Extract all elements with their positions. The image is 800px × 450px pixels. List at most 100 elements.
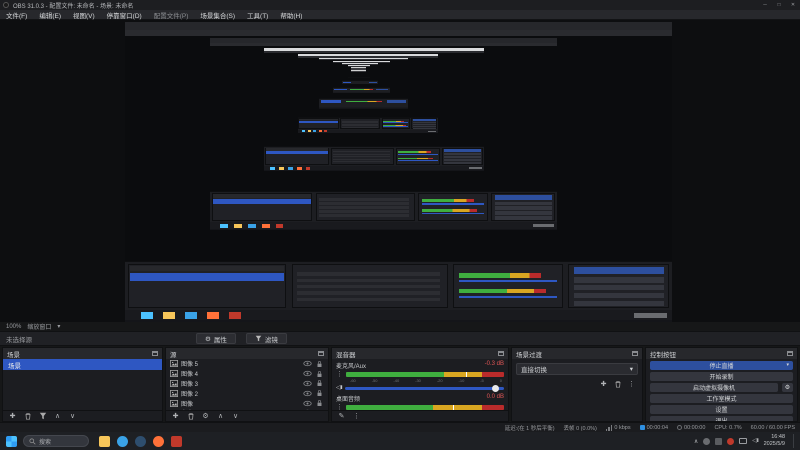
speaker-icon[interactable]: ◁𝅛 (752, 437, 758, 445)
menu-item-2[interactable]: 视图(V) (67, 10, 101, 20)
visibility-eye-icon[interactable] (303, 379, 312, 387)
firefox-icon[interactable] (153, 435, 164, 447)
taskbar-time: 16:48 (771, 434, 785, 441)
visibility-eye-icon[interactable] (303, 360, 312, 368)
control-button-开始录制[interactable]: 开始录制 (650, 371, 793, 381)
menu-item-1[interactable]: 编辑(E) (33, 10, 67, 20)
add-transition-button[interactable]: ✚ (599, 379, 608, 388)
filters-label: 滤镜 (264, 336, 278, 344)
signal-bars-icon (605, 424, 613, 431)
tray-chevron-up-icon[interactable]: ∧ (694, 438, 698, 445)
lock-icon[interactable] (315, 379, 324, 387)
dock-popout-icon[interactable] (787, 351, 793, 356)
obs-red-icon[interactable] (171, 435, 182, 447)
record-idle-icon (677, 425, 683, 430)
preview-canvas[interactable] (125, 22, 672, 322)
transitions-dock-title: 场景过渡 (516, 351, 542, 359)
control-button-设置[interactable]: 设置 (650, 404, 793, 414)
virtual-camera-config-button[interactable]: ⚙ (782, 382, 793, 392)
properties-label: 属性 (213, 336, 227, 344)
status-stream-time: 00:00:04 (639, 425, 668, 431)
transition-properties-icon[interactable]: ⋮ (627, 379, 636, 388)
tray-icon[interactable] (715, 437, 723, 445)
mixer-menu-icon[interactable]: ⋮ (352, 412, 361, 421)
visibility-eye-icon[interactable] (303, 370, 312, 378)
captured-obs-window-level-7 (347, 64, 371, 79)
dock-popout-icon[interactable] (632, 351, 638, 356)
control-button-退出[interactable]: 退出 (650, 415, 793, 421)
transitions-body: 直接切换 ▾ ✚ ⋮ (512, 359, 642, 421)
dock-popout-icon[interactable] (498, 351, 504, 356)
menu-item-7[interactable]: 帮助(H) (274, 10, 308, 20)
move-source-down-button[interactable]: ∨ (231, 412, 240, 421)
channel-menu-icon[interactable]: ⋮ (336, 404, 343, 410)
taskbar-clock[interactable]: 16:48 2025/5/9 (764, 434, 785, 447)
lock-icon[interactable] (315, 370, 324, 378)
move-scene-up-button[interactable]: ∧ (53, 412, 62, 421)
dock-popout-icon[interactable] (318, 351, 324, 356)
chevron-down-icon: ▾ (786, 362, 789, 369)
source-list-item[interactable]: 图像 5 (166, 359, 328, 369)
source-properties-gear-button[interactable]: ⚙ (201, 412, 210, 421)
source-list-item[interactable]: 图像 3 (166, 379, 328, 389)
obs-tray-icon[interactable] (727, 437, 735, 445)
remove-transition-button[interactable] (613, 379, 622, 388)
source-list-item[interactable]: 图像 2 (166, 388, 328, 398)
transition-select[interactable]: 直接切换 ▾ (516, 363, 638, 375)
source-list-item[interactable]: 图像 4 (166, 369, 328, 379)
no-source-label: 未选择源 (6, 336, 32, 344)
edge-icon[interactable] (117, 435, 128, 447)
add-scene-button[interactable]: ✚ (8, 412, 17, 421)
lock-icon[interactable] (315, 409, 324, 410)
virtual-camera-button[interactable]: 启动虚拟摄像机 (650, 382, 778, 392)
controls-body: 停止直播▾开始录制启动虚拟摄像机 ⚙ 工作室模式设置退出 (646, 359, 797, 421)
dock-popout-icon[interactable] (152, 351, 158, 356)
lock-icon[interactable] (315, 389, 324, 397)
menu-item-6[interactable]: 工具(T) (241, 10, 274, 20)
menu-item-3[interactable]: 停靠窗口(D) (101, 10, 148, 20)
mixer-db-readout: -0.3 dB (484, 361, 504, 367)
search-icon (29, 437, 36, 445)
remove-source-button[interactable] (186, 412, 195, 421)
preview-zoom-level[interactable]: 100% (6, 324, 21, 330)
browser-dark-icon[interactable] (135, 435, 146, 447)
network-icon[interactable] (739, 438, 748, 444)
menu-item-0[interactable]: 文件(F) (0, 10, 33, 20)
maximize-button[interactable]: □ (772, 0, 786, 10)
remove-scene-button[interactable] (23, 412, 32, 421)
menu-item-5[interactable]: 场景集合(S) (194, 10, 241, 20)
move-scene-down-button[interactable]: ∨ (68, 412, 77, 421)
preview-zoom-mode[interactable]: 缩放窗口 (27, 322, 51, 331)
visibility-eye-icon[interactable] (303, 399, 312, 407)
source-filters-button[interactable]: 滤镜 (245, 333, 287, 344)
control-button-工作室模式[interactable]: 工作室模式 (650, 393, 793, 403)
add-source-button[interactable]: ✚ (171, 412, 180, 421)
move-source-up-button[interactable]: ∧ (216, 412, 225, 421)
minimize-button[interactable]: ─ (758, 0, 772, 10)
status-bar: 延迟:(在 1 秒后平衡) 丢帧 0 (0.0%) 0 kbps 00:00:0… (0, 422, 800, 432)
lock-icon[interactable] (315, 399, 324, 407)
control-button-停止直播[interactable]: 停止直播 ▾ (650, 360, 793, 370)
source-list-item[interactable]: A文本 (GDI+) (166, 408, 328, 410)
speaker-mute-icon[interactable]: ◁𝅛 (336, 384, 342, 392)
sources-dock-title: 源 (170, 351, 177, 359)
show-desktop-strip[interactable] (793, 434, 796, 448)
scene-list-item[interactable]: 场景 (3, 359, 162, 370)
file-explorer-icon[interactable] (99, 435, 110, 447)
menu-item-4[interactable]: 配置文件(P) (148, 10, 195, 20)
obs-logo-icon (3, 2, 9, 8)
source-properties-button[interactable]: ⚙ 属性 (196, 333, 236, 344)
scenes-dock: 场景 场景 ✚ ∧ ∨ (2, 347, 163, 422)
mic-tray-icon[interactable] (703, 437, 711, 445)
close-button[interactable]: ✕ (786, 0, 800, 10)
volume-slider[interactable] (345, 384, 504, 392)
channel-menu-icon[interactable]: ⋮ (336, 371, 343, 378)
source-list-item[interactable]: 图像 (166, 398, 328, 408)
lock-icon[interactable] (315, 360, 324, 368)
scene-filters-icon[interactable] (38, 412, 47, 421)
advanced-audio-icon[interactable]: ✎ (337, 412, 346, 421)
taskbar-search-input[interactable]: 搜索 (23, 435, 89, 447)
start-button-icon[interactable] (6, 435, 17, 447)
visibility-eye-icon[interactable] (303, 389, 312, 397)
visibility-eye-icon[interactable] (303, 409, 312, 410)
